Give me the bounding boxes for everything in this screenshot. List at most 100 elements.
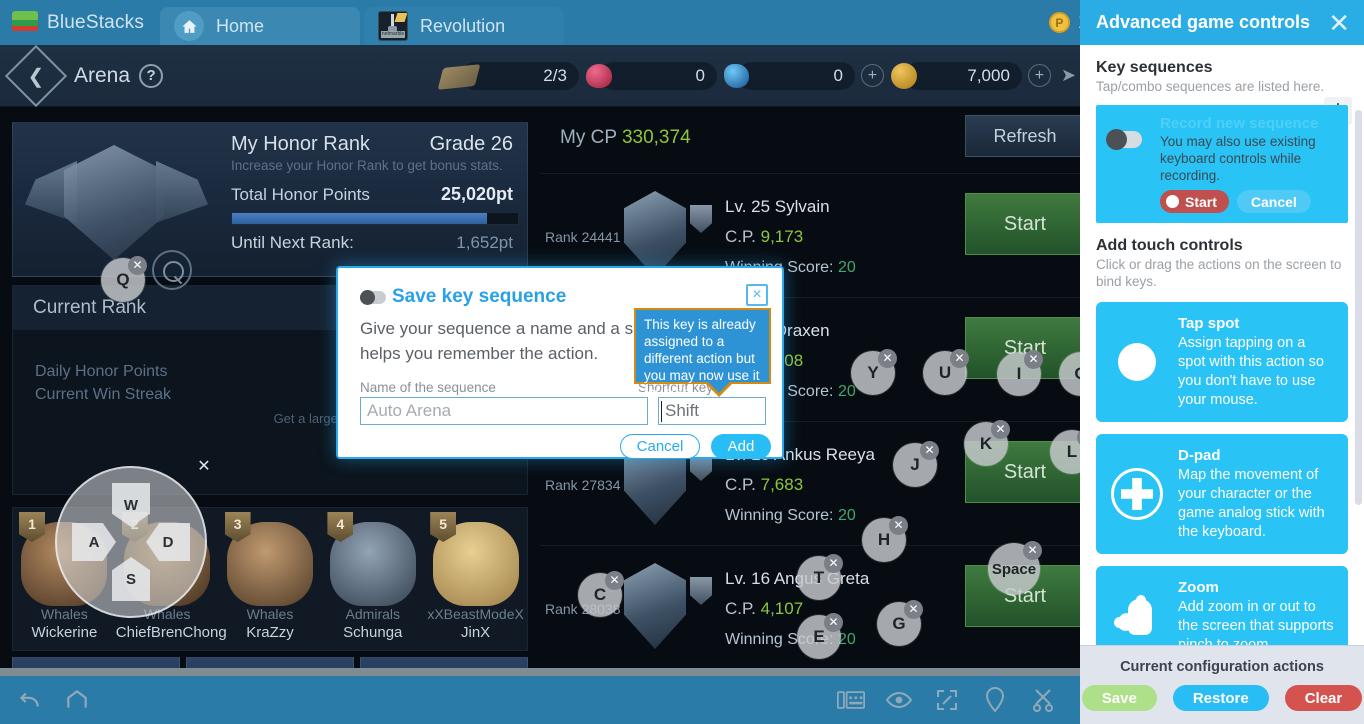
honor-rank-grade: Grade 26 [429,133,513,155]
dpad-overlay[interactable]: ✕ W A D S [55,458,211,618]
bluestacks-bottom-toolbar [0,676,1080,724]
remove-key-icon[interactable]: ✕ [1023,541,1042,560]
back-icon[interactable] [14,685,44,715]
key-overlay-i[interactable]: I ✕ [997,350,1043,396]
start-battle-button[interactable]: Start [965,193,1080,255]
record-cancel-button[interactable]: Cancel [1236,190,1311,213]
eye-icon[interactable] [884,685,914,715]
key-overlay-j[interactable]: J ✕ [893,441,939,487]
my-cp-value: 330,374 [621,127,691,148]
sapphire-add-button[interactable]: + [860,64,884,87]
tab-revolution[interactable]: netmarble Revolution [364,7,565,45]
name-field-label: Name of the sequence [360,380,496,395]
record-toggle-switch[interactable] [1106,129,1142,150]
my-cp-display: My CP 330,374 [560,127,691,149]
remove-key-icon[interactable]: ✕ [605,571,624,590]
player-card[interactable]: 4 Admirals Schunga [321,508,424,650]
back-arrow-icon[interactable]: ❮ [4,45,68,107]
bluestacks-logo-icon [12,10,38,35]
tab-home[interactable]: Home [160,7,361,45]
key-overlay-space[interactable]: Space ✕ [988,541,1042,595]
search-icon[interactable] [152,250,192,290]
player-card[interactable]: 5 xXBeastModeX JinX [424,508,527,650]
gold-add-button[interactable]: + [1027,64,1051,87]
remove-key-icon[interactable]: ✕ [904,600,923,619]
remove-key-icon[interactable]: ✕ [878,349,897,368]
dpad-icon [1106,468,1168,520]
remove-key-icon[interactable]: ✕ [824,613,843,632]
key-overlay-q[interactable]: Q ✕ [101,256,147,302]
card-dpad[interactable]: D-pad Map the movement of your character… [1096,434,1348,554]
scissors-icon[interactable] [1028,685,1058,715]
dpad-key-right[interactable]: D [146,523,190,561]
stat-arena-ticket: 2/3 [437,59,579,93]
player-card[interactable]: 3 Whales KraZzy [219,508,322,650]
key-overlay-e[interactable]: E ✕ [797,613,843,659]
honor-progress-fill [232,213,487,224]
record-start-button[interactable]: Start [1160,190,1229,213]
remove-key-icon[interactable]: ✕ [920,441,939,460]
location-icon[interactable] [980,685,1010,715]
remove-key-icon[interactable]: ✕ [824,554,843,573]
key-overlay-k[interactable]: K ✕ [964,420,1010,466]
honor-rank-title: My Honor Rank [231,133,370,155]
touch-controls-subtitle: Click or drag the actions on the screen … [1096,257,1342,289]
dpad-key-down[interactable]: S [112,557,150,601]
key-overlay-c[interactable]: C ✕ [578,571,624,617]
bluestacks-brand-label: BlueStacks [47,11,145,33]
remove-dpad-icon[interactable]: ✕ [195,458,213,476]
key-overlay-y[interactable]: Y ✕ [851,349,897,395]
sequence-name-input[interactable]: Auto Arena [360,397,648,425]
opponent-shield-icon [690,205,712,233]
card-tap-spot[interactable]: Tap spot Assign tapping on a spot with t… [1096,302,1348,422]
save-button[interactable]: Save [1081,685,1157,711]
restore-button[interactable]: Restore [1172,685,1269,711]
refresh-button[interactable]: Refresh [965,115,1080,157]
key-overlay-u[interactable]: U ✕ [923,349,969,395]
bluestacks-brand: BlueStacks [0,0,160,45]
record-new-sequence-box[interactable]: Record new sequence You may also use exi… [1096,105,1348,223]
player-name: Wickerine [31,624,98,641]
opponent-winning-score: Winning Score: 20 [725,507,856,524]
player-name: ChiefBrenChong [115,624,227,641]
remove-key-icon[interactable]: ✕ [950,349,969,368]
opponent-cp: C.P. 4,107 [725,599,804,618]
dpad-key-up[interactable]: W [112,483,150,527]
sidebar-scroll-content[interactable]: + Key sequences Tap/combo sequences are … [1080,45,1364,645]
card-dpad-title: D-pad [1178,447,1221,464]
cancel-button[interactable]: Cancel [620,434,700,459]
remove-key-icon[interactable]: ✕ [1024,350,1043,369]
record-start-label: Start [1185,193,1217,210]
dpad-key-left[interactable]: A [72,523,116,561]
opponent-rank: Rank 27834 [545,477,621,493]
close-icon[interactable]: × [746,284,768,306]
key-overlay-h[interactable]: H ✕ [862,516,908,562]
player-name: KraZzy [246,624,294,641]
fullscreen-icon[interactable] [932,685,962,715]
sidebar-header: Advanced game controls ✕ [1080,0,1364,45]
clear-button[interactable]: Clear [1284,685,1363,711]
game-icon: netmarble [378,11,409,41]
honor-rank-description: Increase your Honor Rank to get bonus st… [231,158,503,173]
shortcut-key-input[interactable]: Shift [658,397,766,425]
opponent-cp: C.P. 9,173 [725,227,804,246]
key-overlay-t[interactable]: T ✕ [797,554,843,600]
key-overlay-g[interactable]: G ✕ [877,600,923,646]
remove-key-icon[interactable]: ✕ [991,420,1010,439]
sidebar-scrollbar[interactable] [1355,110,1362,505]
add-button[interactable]: Add [711,434,771,459]
page-title: Arena [74,63,131,87]
configuration-actions-title: Current configuration actions [1120,659,1324,675]
header-more-icon[interactable]: ➤ [1061,65,1076,86]
remove-key-icon[interactable]: ✕ [128,256,147,275]
home-icon[interactable] [62,685,92,715]
player-guild: Whales [246,606,294,622]
close-icon[interactable]: ✕ [1328,10,1350,36]
opponent-shield-icon [690,577,712,605]
keyboard-controls-icon[interactable] [836,685,866,715]
arena-ticket-icon [437,59,481,93]
remove-key-icon[interactable]: ✕ [889,516,908,535]
help-icon[interactable]: ? [139,63,164,88]
card-zoom[interactable]: Zoom Add zoom in or out to the screen th… [1096,566,1348,645]
sapphire-icon [717,59,757,93]
